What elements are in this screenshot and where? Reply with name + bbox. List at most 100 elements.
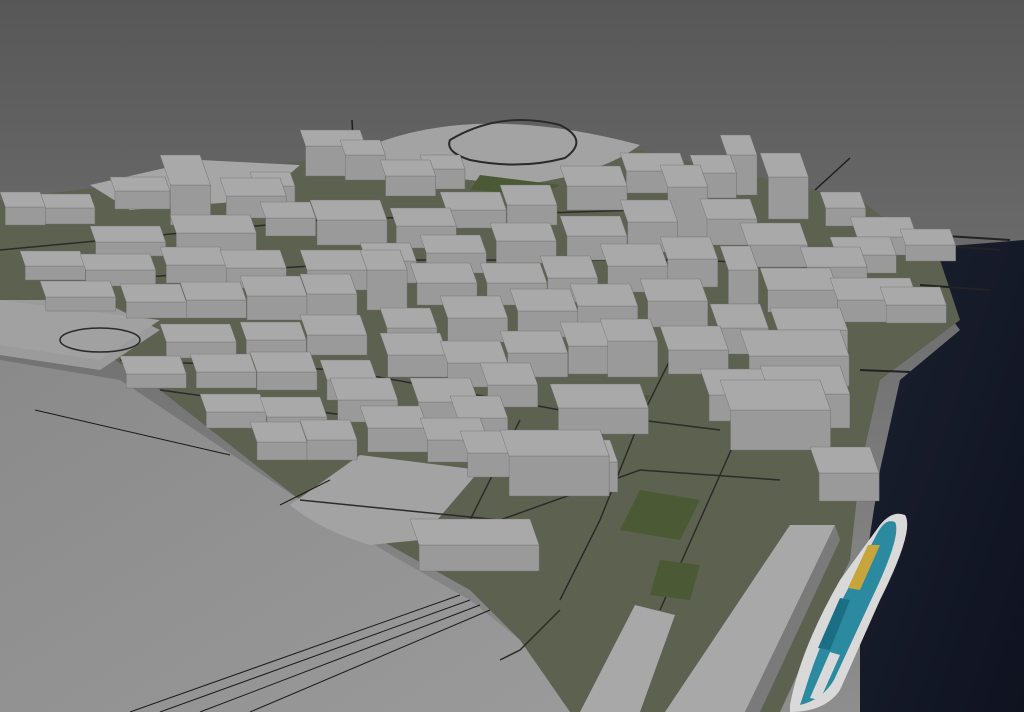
building-roof: [899, 228, 956, 246]
building: [719, 379, 831, 451]
building-roof: [479, 362, 538, 386]
building-front-face: [508, 455, 610, 497]
building-roof: [499, 330, 568, 354]
building-front-face: [126, 301, 187, 319]
building-roof: [619, 199, 678, 223]
building-roof: [709, 303, 769, 329]
building: [379, 159, 436, 197]
building: [119, 355, 187, 389]
building: [339, 139, 386, 181]
building-front-face: [5, 206, 46, 226]
building-roof: [249, 421, 308, 443]
building-front-face: [366, 269, 408, 311]
building: [249, 351, 318, 391]
building-front-face: [447, 317, 508, 343]
building-front-face: [166, 264, 227, 284]
building-roof: [559, 215, 628, 237]
building-roof: [319, 359, 378, 381]
building-roof: [159, 246, 227, 266]
building: [249, 421, 308, 461]
building-roof: [39, 193, 96, 209]
building-roof: [239, 275, 308, 297]
building-front-face: [246, 295, 308, 321]
building-roof: [539, 255, 598, 279]
building-front-face: [886, 304, 947, 324]
building-roof: [219, 177, 287, 197]
building-front-face: [186, 299, 247, 319]
building-roof: [39, 280, 116, 298]
building: [499, 429, 610, 497]
building-roof: [759, 152, 809, 178]
building: [0, 191, 46, 226]
building: [189, 353, 257, 389]
building: [259, 201, 316, 237]
building-roof: [299, 273, 358, 295]
building-roof: [389, 207, 457, 227]
building: [439, 295, 508, 343]
building-front-face: [45, 296, 116, 312]
building-roof: [759, 267, 838, 291]
building-roof: [439, 191, 507, 211]
building-roof: [199, 393, 267, 413]
building-front-face: [306, 439, 358, 461]
building-roof: [179, 281, 247, 301]
building-front-face: [256, 441, 308, 461]
building-front-face: [647, 300, 708, 328]
building: [119, 283, 187, 319]
city-scene[interactable]: [0, 0, 1024, 712]
building-front-face: [126, 373, 187, 389]
building-front-face: [607, 340, 658, 378]
building-front-face: [316, 219, 388, 246]
building-front-face: [345, 154, 386, 181]
building-front-face: [768, 176, 809, 220]
building-roof: [259, 201, 316, 219]
building-front-face: [387, 354, 448, 378]
building: [359, 249, 408, 311]
building-roof: [659, 236, 718, 260]
building-roof: [239, 321, 307, 341]
building-roof: [249, 351, 318, 373]
building: [299, 273, 358, 321]
building-roof: [659, 164, 708, 188]
building: [179, 281, 247, 319]
building-front-face: [905, 244, 956, 262]
building-front-face: [114, 190, 171, 210]
3d-city-viewport[interactable]: [0, 0, 1024, 712]
building: [299, 314, 368, 356]
building: [899, 228, 956, 262]
building-front-face: [265, 217, 316, 237]
building: [299, 419, 358, 461]
building-roof: [189, 353, 257, 373]
building: [109, 176, 171, 210]
building: [39, 280, 116, 312]
building-roof: [409, 262, 478, 284]
building-roof: [819, 191, 866, 209]
building-roof: [259, 396, 328, 418]
building: [499, 184, 558, 226]
building-front-face: [747, 244, 808, 268]
building-roof: [769, 307, 848, 331]
building-roof: [89, 225, 166, 243]
building-roof: [379, 332, 448, 356]
building-roof: [109, 176, 171, 192]
building-roof: [599, 318, 658, 342]
building-roof: [419, 234, 487, 254]
building-roof: [119, 283, 187, 303]
building: [159, 246, 227, 284]
building-roof: [219, 249, 287, 269]
building-roof: [639, 278, 708, 302]
building-front-face: [566, 185, 628, 211]
building-roof: [439, 295, 508, 319]
building: [599, 318, 658, 378]
building-roof: [299, 419, 358, 441]
building-front-face: [385, 175, 436, 197]
building-roof: [809, 446, 880, 474]
building-roof: [299, 249, 368, 271]
building-front-face: [306, 334, 368, 356]
building: [239, 275, 308, 321]
building-roof: [379, 307, 438, 329]
building-front-face: [818, 472, 880, 502]
building-roof: [299, 314, 368, 336]
building: [309, 199, 388, 246]
building: [89, 225, 166, 257]
